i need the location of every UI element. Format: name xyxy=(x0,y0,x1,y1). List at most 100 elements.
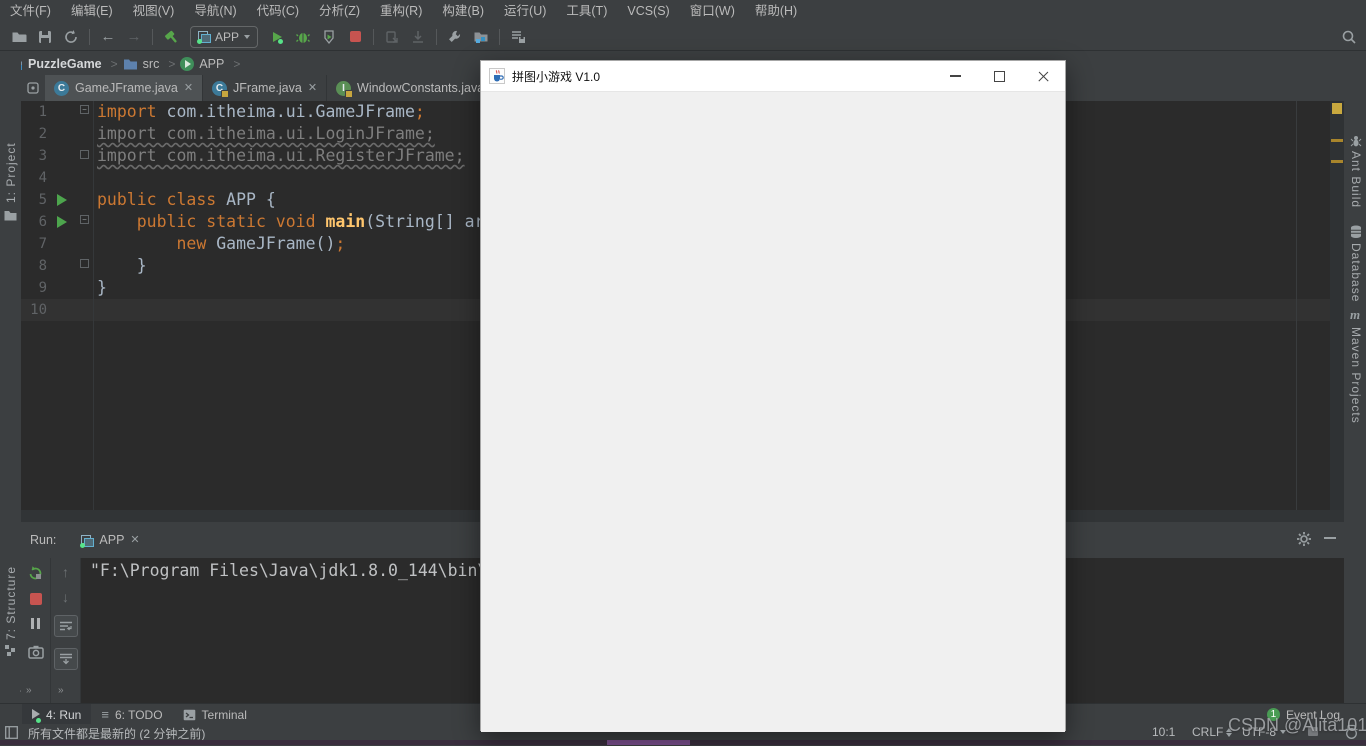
tool-window-todo-button[interactable]: ≡ 6: TODO xyxy=(91,704,172,725)
close-icon xyxy=(1037,70,1050,83)
code-line-6: public static void main(String[] args) { xyxy=(97,211,534,233)
run-panel-title: Run: xyxy=(30,533,57,547)
tool-window-database[interactable]: Database xyxy=(1349,243,1363,307)
terminal-icon xyxy=(183,709,196,721)
soft-wrap-icon[interactable] xyxy=(53,615,78,637)
menu-edit[interactable]: 编辑(E) xyxy=(61,0,123,23)
menu-analyze[interactable]: 分析(Z) xyxy=(309,0,370,23)
close-icon[interactable]: ✕ xyxy=(308,82,317,94)
code-line-7: new GameJFrame(); xyxy=(97,233,345,255)
tab-gamejframe[interactable]: C GameJFrame.java ✕ xyxy=(45,75,204,101)
tab-jframe[interactable]: C JFrame.java ✕ xyxy=(203,75,328,101)
menu-view[interactable]: 视图(V) xyxy=(123,0,185,23)
maximize-button[interactable] xyxy=(977,61,1021,91)
tool-window-terminal-button[interactable]: Terminal xyxy=(173,704,257,725)
tool-window-ant-build[interactable]: Ant Build xyxy=(1349,151,1363,217)
menu-refactor[interactable]: 重构(R) xyxy=(370,0,432,23)
more-actions-chevron[interactable]: » xyxy=(58,685,65,696)
breadcrumb-project[interactable]: PuzzleGame xyxy=(8,57,102,71)
fold-marker[interactable] xyxy=(80,259,89,268)
code-line-5: public class APP { xyxy=(97,189,276,211)
menu-run[interactable]: 运行(U) xyxy=(494,0,556,23)
runnable-class-icon xyxy=(180,56,195,71)
back-icon[interactable]: ← xyxy=(95,25,121,49)
menu-vcs[interactable]: VCS(S) xyxy=(617,0,679,23)
tool-window-project[interactable]: 1: Project xyxy=(4,131,18,203)
warning-mark[interactable] xyxy=(1331,139,1343,142)
minimize-button[interactable] xyxy=(933,61,977,91)
menu-tools[interactable]: 工具(T) xyxy=(556,0,617,23)
line-separator-widget[interactable]: CRLF xyxy=(1192,725,1233,739)
scroll-to-end-icon[interactable] xyxy=(53,648,78,670)
menu-bar: 文件(F) 编辑(E) 视图(V) 导航(N) 代码(C) 分析(Z) 重构(R… xyxy=(0,0,1366,23)
rerun-icon[interactable] xyxy=(27,565,44,582)
toolbar-separator xyxy=(152,28,153,45)
menu-help[interactable]: 帮助(H) xyxy=(745,0,807,23)
menu-file[interactable]: 文件(F) xyxy=(0,0,61,23)
menu-window[interactable]: 窗口(W) xyxy=(680,0,745,23)
code-token: new xyxy=(97,234,207,253)
wrench-icon[interactable] xyxy=(442,25,468,49)
caret-position-widget[interactable]: 10:1 xyxy=(1152,725,1175,739)
pause-icon[interactable] xyxy=(30,616,42,634)
breadcrumb-class[interactable]: APP xyxy=(180,56,225,71)
toolbar-separator xyxy=(373,28,375,45)
project-structure-icon[interactable] xyxy=(468,25,494,49)
editor-tab-options-icon[interactable] xyxy=(21,75,45,101)
sync-icon[interactable] xyxy=(58,25,84,49)
menu-build[interactable]: 构建(B) xyxy=(432,0,494,23)
save-all-icon[interactable] xyxy=(32,25,58,49)
tool-window-maven[interactable]: Maven Projects xyxy=(1349,327,1363,427)
close-icon[interactable]: ✕ xyxy=(130,534,139,546)
more-actions-chevron[interactable]: » xyxy=(26,685,33,696)
code-token: main xyxy=(325,212,366,231)
code-token: ; xyxy=(335,234,346,253)
thread-dump-camera-icon[interactable] xyxy=(27,645,44,659)
stop-icon[interactable] xyxy=(342,25,368,49)
code-line-3: import com.itheima.ui.RegisterJFrame; xyxy=(97,145,465,167)
next-occurrence-icon: ↓ xyxy=(62,589,69,605)
run-main-gutter-icon[interactable] xyxy=(57,216,67,228)
tab-label: JFrame.java xyxy=(233,81,302,95)
run-class-gutter-icon[interactable] xyxy=(57,194,67,206)
menu-navigate[interactable]: 导航(N) xyxy=(184,0,246,23)
window-title-bar[interactable]: 拼图小游戏 V1.0 xyxy=(481,61,1065,92)
gutter-border xyxy=(93,101,94,510)
debug-icon[interactable] xyxy=(290,25,316,49)
right-margin-guide xyxy=(1296,101,1297,510)
build-hammer-icon[interactable] xyxy=(158,25,184,49)
run-configuration-combo[interactable]: APP xyxy=(190,25,259,48)
fold-marker[interactable] xyxy=(80,150,89,159)
line-number: 8 xyxy=(38,258,47,274)
run-icon[interactable] xyxy=(264,25,290,49)
search-everywhere-icon[interactable] xyxy=(1340,28,1358,46)
project-stripe-folder-icon xyxy=(4,211,17,221)
tool-window-structure[interactable]: 7: Structure xyxy=(4,548,18,640)
run-tab-app[interactable]: APP ✕ xyxy=(72,522,148,558)
maven-icon: m xyxy=(1350,307,1361,322)
close-icon[interactable]: ✕ xyxy=(184,82,193,94)
fold-marker[interactable]: − xyxy=(80,105,89,114)
tool-window-run-button[interactable]: 4: Run xyxy=(22,704,92,725)
run-with-coverage-icon[interactable] xyxy=(316,25,342,49)
breadcrumb-separator: > xyxy=(233,56,241,71)
stop-icon[interactable] xyxy=(29,593,42,605)
window-title: 拼图小游戏 V1.0 xyxy=(512,69,601,84)
puzzle-game-window: 拼图小游戏 V1.0 xyxy=(480,60,1066,732)
breadcrumb-class-label: APP xyxy=(199,56,225,71)
run-tab-label: APP xyxy=(99,533,125,547)
save-file-template-icon[interactable] xyxy=(505,25,531,49)
close-button[interactable] xyxy=(1021,61,1065,91)
inspection-status-icon[interactable] xyxy=(1332,103,1342,114)
warning-mark[interactable] xyxy=(1331,160,1343,163)
open-icon[interactable] xyxy=(6,25,32,49)
attach-process-icon xyxy=(405,25,431,49)
code-token: ; xyxy=(414,102,425,121)
code-line-2: import com.itheima.ui.LoginJFrame; xyxy=(97,123,435,145)
fold-marker[interactable]: − xyxy=(80,215,89,224)
gear-icon[interactable] xyxy=(1296,531,1312,547)
hide-panel-icon[interactable] xyxy=(1324,537,1336,539)
menu-code[interactable]: 代码(C) xyxy=(247,0,309,23)
breadcrumb-src[interactable]: src xyxy=(123,57,159,71)
tool-window-switcher-icon[interactable] xyxy=(5,726,18,739)
